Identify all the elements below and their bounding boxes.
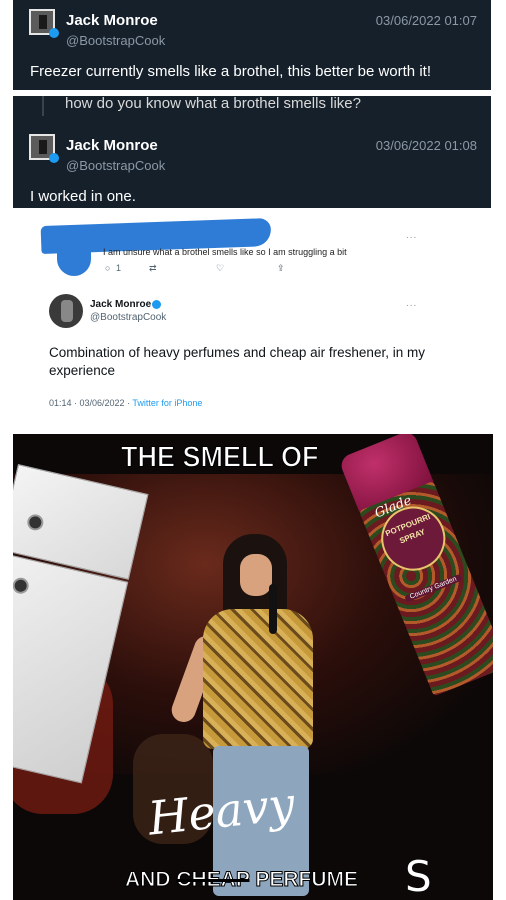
caption-and: AND xyxy=(124,868,177,892)
verified-badge-icon xyxy=(49,153,59,163)
microphone-icon xyxy=(269,584,277,634)
tweet-card-2: how do you know what a brothel smells li… xyxy=(13,95,491,208)
caption-perfume: PERFUME xyxy=(249,868,359,892)
meme-top-caption: THE SMELL OF xyxy=(121,441,320,474)
tweet-text: Combination of heavy perfumes and cheap … xyxy=(49,345,425,378)
meme-bottom-caption: AND CHEAP PERFUME xyxy=(124,868,359,892)
timestamp: 03/06/2022 01:08 xyxy=(375,138,477,153)
redaction-scribble xyxy=(57,240,91,276)
more-options-icon[interactable]: ... xyxy=(406,298,417,309)
share-icon[interactable]: ⇪ xyxy=(277,263,285,274)
verified-badge-icon xyxy=(152,300,161,309)
like-icon[interactable]: ♡ xyxy=(216,263,224,274)
tweet-card-3: I am unsure what a brothel smells like s… xyxy=(13,212,493,430)
quoted-reply-text: how do you know what a brothel smells li… xyxy=(65,95,361,112)
singer-leopard-top xyxy=(203,609,313,749)
singer-face xyxy=(240,554,272,596)
display-name[interactable]: Jack Monroe xyxy=(66,137,158,154)
reply-count: 1 xyxy=(116,263,122,273)
tweet-text: Freezer currently smells like a brothel,… xyxy=(30,63,431,80)
reply-icon[interactable]: ○ xyxy=(105,263,110,273)
avatar[interactable] xyxy=(49,294,83,328)
meme-handwritten-s: S xyxy=(405,852,432,900)
display-name[interactable]: Jack Monroe xyxy=(66,12,158,29)
display-name[interactable]: Jack Monroe xyxy=(90,299,151,310)
more-options-icon[interactable]: ... xyxy=(406,230,417,241)
thread-line xyxy=(42,96,44,116)
timestamp: 03/06/2022 01:07 xyxy=(375,13,477,28)
tweet-time-date: 01:14 · 03/06/2022 · xyxy=(49,398,133,408)
tweet-meta: 01:14 · 03/06/2022 · Twitter for iPhone xyxy=(49,398,202,408)
tweet-source-link[interactable]: Twitter for iPhone xyxy=(132,398,202,408)
retweet-icon[interactable]: ⇄ xyxy=(149,263,157,274)
tweet-card-1: Jack Monroe @BootstrapCook 03/06/2022 01… xyxy=(13,0,491,90)
tweet-text: I worked in one. xyxy=(30,188,136,205)
meme-image: Glade POTPOURRI SPRAY Country Garden THE … xyxy=(13,434,493,900)
user-handle[interactable]: @BootstrapCook xyxy=(90,312,166,323)
reply-text: I am unsure what a brothel smells like s… xyxy=(103,247,347,257)
user-handle[interactable]: @BootstrapCook xyxy=(66,33,165,48)
caption-struck-word: CHEAP xyxy=(176,868,250,892)
verified-badge-icon xyxy=(49,28,59,38)
user-handle[interactable]: @BootstrapCook xyxy=(66,158,165,173)
